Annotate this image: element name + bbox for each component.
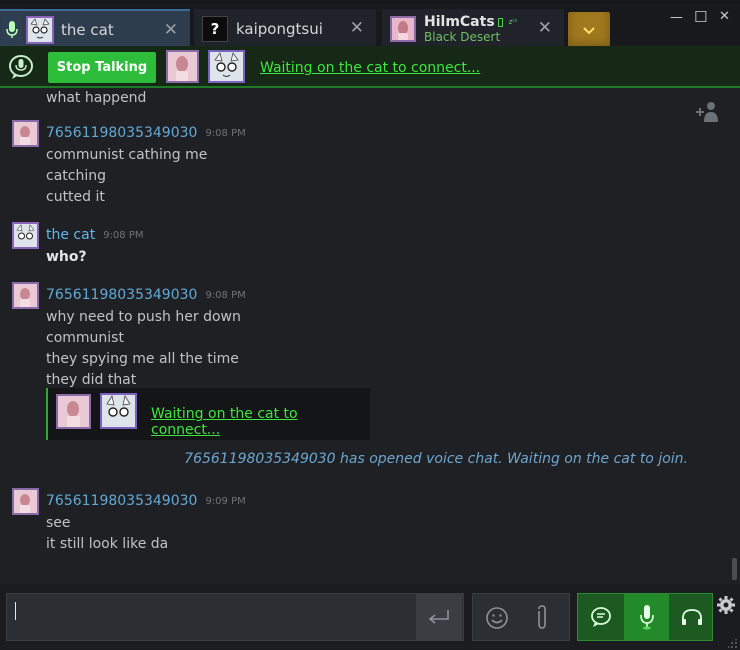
message-line: it still look like da	[46, 536, 169, 552]
timestamp: 9:08 PM	[205, 127, 246, 139]
avatar	[166, 50, 199, 83]
send-button[interactable]	[416, 593, 462, 641]
timestamp: 9:09 PM	[205, 495, 246, 507]
avatar	[12, 487, 39, 515]
gear-icon[interactable]	[716, 595, 736, 615]
emoji-icon	[486, 607, 508, 629]
attach-icon	[538, 605, 546, 629]
mic-icon	[639, 605, 654, 630]
tab-overflow-button[interactable]	[568, 12, 610, 50]
system-message: 76561198035349030 has opened voice chat.…	[184, 451, 688, 467]
avatar	[100, 393, 137, 429]
voice-waiting-link[interactable]: Waiting on the cat to connect...	[151, 406, 370, 438]
sender-name[interactable]: 76561198035349030	[46, 493, 197, 509]
avatar	[26, 16, 54, 44]
message-line: see	[46, 515, 71, 531]
resize-grip-icon[interactable]	[728, 634, 738, 648]
maximize-button[interactable]: ☐	[694, 8, 707, 26]
close-window-button[interactable]: ✕	[719, 9, 730, 24]
tab-label: the cat	[61, 21, 114, 39]
message-group: 76561198035349030 9:08 PM communist cath…	[0, 119, 246, 208]
stop-talking-button[interactable]: Stop Talking	[48, 52, 156, 83]
send-icon	[428, 610, 449, 624]
sender-name[interactable]: 76561198035349030	[46, 125, 197, 141]
input-area	[0, 584, 740, 650]
avatar	[12, 281, 39, 309]
message-line: communist cathing me	[46, 147, 208, 163]
mic-toggle-button[interactable]	[624, 594, 669, 640]
timestamp: 9:08 PM	[103, 229, 144, 241]
close-icon[interactable]: ✕	[350, 19, 364, 37]
voice-chat-button[interactable]	[578, 594, 623, 640]
message-line: cutted it	[46, 189, 105, 205]
message-line: what happend	[46, 90, 147, 106]
tab-label: kaipongtsui	[236, 20, 323, 38]
tab-hilmcats[interactable]: HilmCats zᶻᶻ Black Desert ✕	[382, 9, 564, 49]
minimize-button[interactable]: —	[670, 10, 683, 25]
message-line: they spying me all the time	[46, 351, 239, 367]
tab-bar: the cat ✕ ? kaipongtsui ✕ HilmCats zᶻᶻ B…	[0, 0, 740, 50]
tab-label: HilmCats	[424, 14, 495, 30]
voice-controls	[577, 593, 713, 641]
avatar	[12, 221, 39, 249]
chevron-down-icon	[583, 27, 595, 35]
message-group: the cat 9:08 PM who?	[0, 221, 144, 268]
avatar	[208, 50, 245, 83]
input-extras	[472, 593, 570, 641]
headset-icon	[681, 609, 702, 625]
avatar: ?	[202, 16, 228, 42]
voice-bar: Stop Talking Waiting on the cat to conne…	[0, 46, 740, 88]
message-line: why need to push her down	[46, 309, 241, 325]
message-group: 76561198035349030 9:08 PM why need to pu…	[0, 281, 246, 391]
timestamp: 9:08 PM	[205, 289, 246, 301]
sender-name[interactable]: 76561198035349030	[46, 287, 197, 303]
inline-voice-card: Waiting on the cat to connect...	[46, 388, 370, 440]
game-status: Black Desert	[424, 30, 501, 44]
voice-chat-icon	[590, 607, 611, 627]
message-line: communist	[46, 330, 124, 346]
avatar	[12, 119, 39, 147]
message-group: what happend	[0, 88, 146, 109]
avatar	[56, 394, 91, 429]
sleep-icon: zᶻᶻ	[508, 18, 518, 26]
sender-name[interactable]: the cat	[46, 227, 95, 243]
add-friend-icon[interactable]	[694, 100, 722, 124]
close-icon[interactable]: ✕	[538, 19, 552, 37]
close-icon[interactable]: ✕	[164, 21, 178, 39]
emoji-button[interactable]	[485, 606, 509, 634]
avatar	[390, 16, 416, 42]
tab-kaipongtsui[interactable]: ? kaipongtsui ✕	[194, 9, 376, 49]
message-line: who?	[46, 249, 87, 265]
message-group: 76561198035349030 9:09 PM see it still l…	[0, 487, 246, 555]
headset-button[interactable]	[669, 594, 714, 640]
tab-the-cat[interactable]: the cat ✕	[0, 9, 190, 49]
voice-waiting-link[interactable]: Waiting on the cat to connect...	[260, 60, 480, 76]
message-input[interactable]	[6, 593, 464, 641]
phone-icon	[497, 17, 503, 27]
chat-log: what happend 76561198035349030 9:08 PM c…	[0, 88, 740, 584]
text-caret	[15, 602, 16, 620]
scrollbar[interactable]	[732, 558, 737, 580]
mic-icon	[2, 14, 22, 46]
attach-button[interactable]	[533, 604, 551, 636]
voice-chat-icon	[8, 54, 36, 80]
message-line: catching	[46, 168, 106, 184]
tab-text: HilmCats zᶻᶻ Black Desert	[424, 14, 517, 44]
